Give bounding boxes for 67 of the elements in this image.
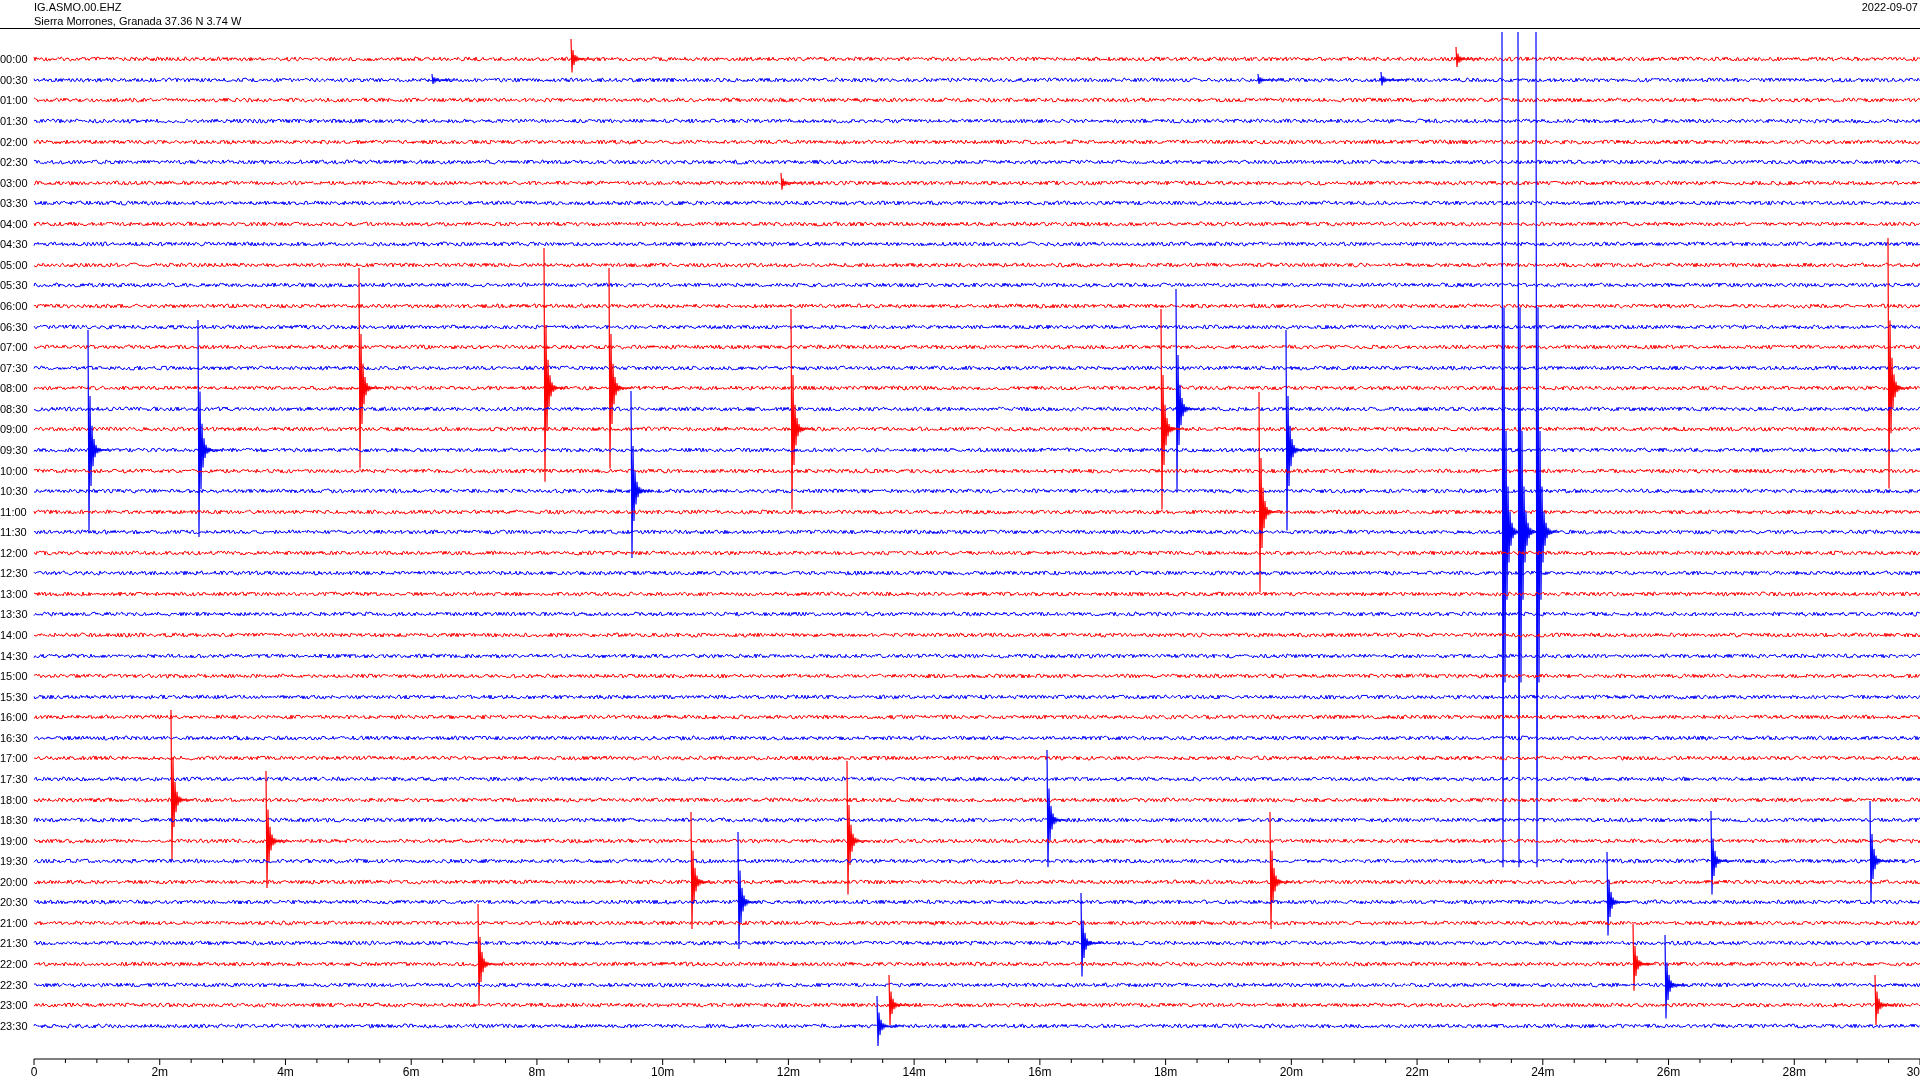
axis-tick-label: 20m [1279,1065,1303,1079]
time-label: 22:30 [0,978,29,991]
station-location: Sierra Morrones, Granada 37.36 N 3.74 W [34,14,242,28]
time-label: 16:30 [0,731,29,744]
time-label: 00:00 [0,53,29,66]
time-label: 17:30 [0,772,29,785]
time-label: 12:00 [0,546,29,559]
time-label: 13:30 [0,608,29,621]
time-label: 02:00 [0,135,29,148]
time-label: 03:00 [0,176,29,189]
time-label: 08:00 [0,382,29,395]
axis-tick-label: 10m [651,1065,675,1079]
time-label: 23:30 [0,1019,29,1032]
axis-tick-label: 0 [30,1065,38,1079]
time-label: 13:00 [0,587,29,600]
time-label: 20:30 [0,896,29,909]
time-label: 00:30 [0,73,29,86]
time-label: 10:30 [0,485,29,498]
time-label: 14:00 [0,629,29,642]
time-label: 09:00 [0,423,29,436]
axis-tick-label: 18m [1153,1065,1178,1079]
time-label: 20:00 [0,875,29,888]
time-label: 16:00 [0,711,29,724]
time-label: 07:30 [0,361,29,374]
axis-tick-label: 26m [1656,1065,1681,1079]
time-label: 05:00 [0,258,29,271]
time-label: 02:30 [0,156,29,169]
time-label: 03:30 [0,197,29,210]
time-label: 01:30 [0,114,29,127]
time-label: 14:30 [0,649,29,662]
time-label: 18:00 [0,793,29,806]
time-label: 06:30 [0,320,29,333]
time-label: 19:00 [0,834,29,847]
time-label: 01:00 [0,94,29,107]
time-label: 06:00 [0,300,29,313]
time-label: 04:00 [0,217,29,230]
axis-tick-label: 14m [902,1065,926,1079]
time-label: 23:00 [0,999,29,1012]
time-label: 09:30 [0,443,29,456]
time-label: 05:30 [0,279,29,292]
time-label: 08:30 [0,402,29,415]
axis-tick-label: 2m [151,1065,169,1079]
time-label: 21:30 [0,937,29,950]
axis-tick-label: 12m [776,1065,801,1079]
axis-tick-label: 28m [1782,1065,1806,1079]
time-label: 12:30 [0,567,29,580]
axis-tick-label: 4m [277,1065,294,1079]
axis-tick-label: 22m [1405,1065,1429,1079]
axis-tick-label: 8m [528,1065,546,1079]
time-label: 15:00 [0,670,29,683]
time-label: 11:00 [0,505,28,518]
time-label: 17:00 [0,752,29,765]
record-date: 2022-09-07 [1861,0,1919,14]
time-label: 19:30 [0,855,29,868]
axis-tick-label: 30 [1906,1065,1920,1079]
time-label: 04:30 [0,238,29,251]
time-label: 10:00 [0,464,29,477]
station-code: IG.ASMO.00.EHZ [34,0,123,14]
axis-tick-label: 6m [402,1065,420,1079]
time-label: 21:00 [0,916,29,929]
time-label: 18:30 [0,814,29,827]
time-label: 15:30 [0,690,29,703]
axis-tick-label: 16m [1028,1065,1052,1079]
time-label: 22:00 [0,958,29,971]
axis-tick-label: 24m [1531,1065,1555,1079]
time-label: 11:30 [0,526,28,539]
time-label: 07:00 [0,341,29,354]
